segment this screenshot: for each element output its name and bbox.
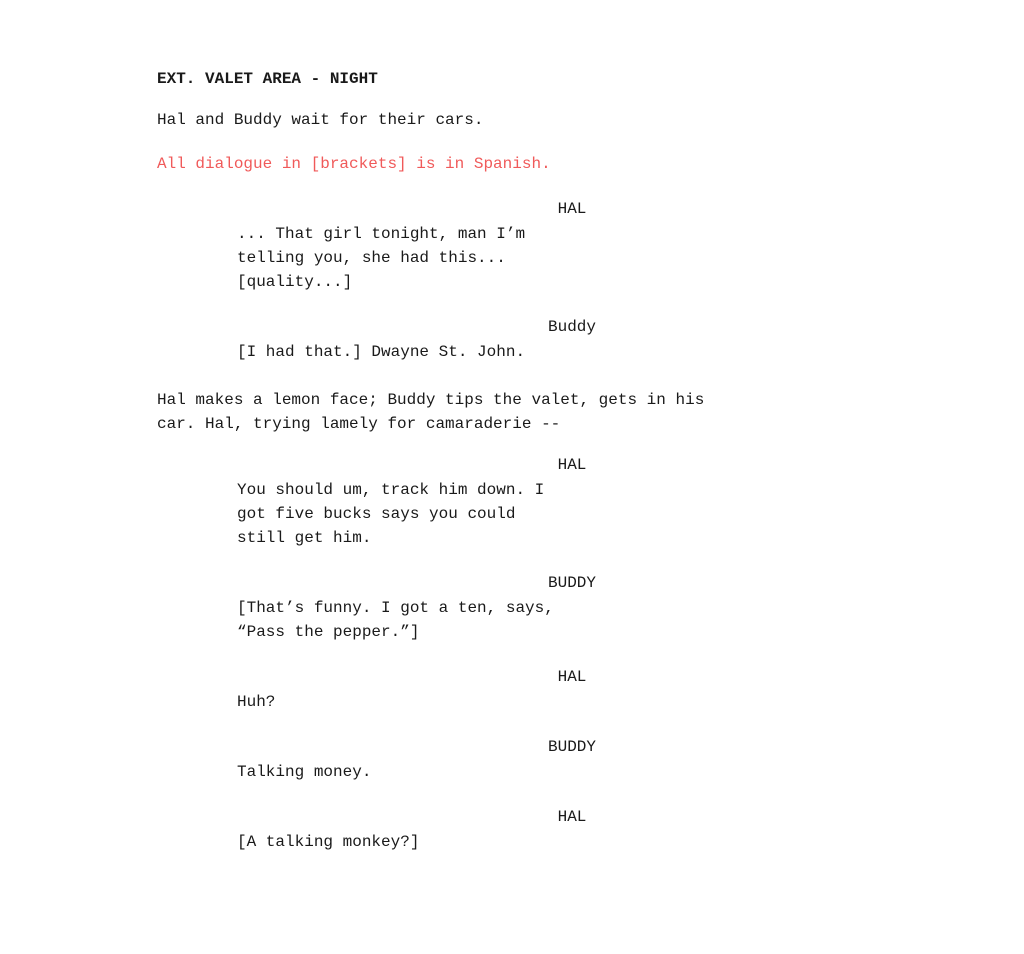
action-line-1: Hal and Buddy wait for their cars. xyxy=(157,108,867,132)
character-name-buddy-3: BUDDY xyxy=(277,738,867,756)
screenplay-page: EXT. VALET AREA - NIGHT Hal and Buddy wa… xyxy=(137,40,887,908)
dialogue-text-buddy-1: [I had that.] Dwayne St. John. xyxy=(237,340,787,364)
spanish-note: All dialogue in [brackets] is in Spanish… xyxy=(157,152,867,176)
dialogue-text-buddy-2: [That’s funny. I got a ten, says,“Pass t… xyxy=(237,596,787,644)
scene-heading: EXT. VALET AREA - NIGHT xyxy=(157,70,867,88)
dialogue-block-hal-3: HAL Huh? xyxy=(157,668,867,714)
dialogue-text-hal-1: ... That girl tonight, man I’mtelling yo… xyxy=(237,222,787,294)
action-line-2: Hal makes a lemon face; Buddy tips the v… xyxy=(157,388,867,436)
character-name-buddy-2: BUDDY xyxy=(277,574,867,592)
dialogue-block-hal-4: HAL [A talking monkey?] xyxy=(157,808,867,854)
dialogue-block-buddy-2: BUDDY [That’s funny. I got a ten, says,“… xyxy=(157,574,867,644)
dialogue-text-hal-4: [A talking monkey?] xyxy=(237,830,787,854)
dialogue-block-buddy-1: Buddy [I had that.] Dwayne St. John. xyxy=(157,318,867,364)
character-name-hal-1: HAL xyxy=(277,200,867,218)
character-name-buddy-1: Buddy xyxy=(277,318,867,336)
character-name-hal-2: HAL xyxy=(277,456,867,474)
dialogue-block-hal-1: HAL ... That girl tonight, man I’mtellin… xyxy=(157,200,867,294)
dialogue-text-hal-3: Huh? xyxy=(237,690,787,714)
dialogue-block-buddy-3: BUDDY Talking money. xyxy=(157,738,867,784)
dialogue-text-hal-2: You should um, track him down. Igot five… xyxy=(237,478,787,550)
dialogue-text-buddy-3: Talking money. xyxy=(237,760,787,784)
character-name-hal-3: HAL xyxy=(277,668,867,686)
dialogue-block-hal-2: HAL You should um, track him down. Igot … xyxy=(157,456,867,550)
character-name-hal-4: HAL xyxy=(277,808,867,826)
